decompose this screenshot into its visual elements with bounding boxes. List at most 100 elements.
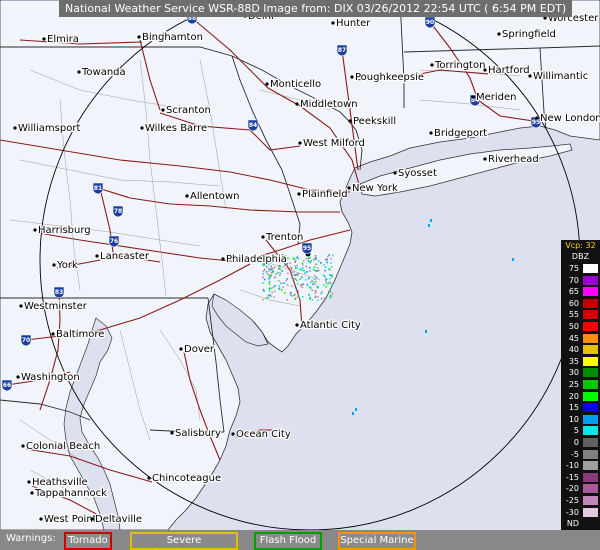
shield-number: 83 [55,289,63,296]
radar-echo-pixel [268,283,271,285]
legend-row: 35 [561,356,600,367]
radar-echo-pixel [309,266,311,269]
radar-echo-pixel [317,269,320,272]
radar-echo-pixel [328,281,330,283]
warning-tornado-button[interactable]: Tornado [64,532,112,550]
radar-echo-pixel [298,268,301,271]
radar-echo-pixel [302,283,305,286]
radar-echo-pixel [328,290,330,293]
radar-echo-pixel [268,268,270,270]
radar-echo-pixel [304,271,307,274]
radar-echo-pixel [299,278,301,280]
city-label: Torrington [434,60,485,71]
radar-echo-pixel [295,287,297,289]
warning-flash-flood-button[interactable]: Flash Flood [254,532,322,550]
radar-echo-pixel [297,257,300,260]
legend-row: -15 [561,472,600,483]
legend-value: 15 [568,403,579,413]
radar-echo-pixel [328,254,331,256]
legend-swatch [583,449,598,459]
warning-severe-thunderstorm-button[interactable]: Severe Thunderstorm [130,532,238,550]
city-label: Williamsport [18,123,80,134]
radar-echo-pixel [280,282,282,285]
city-label: Poughkeepsie [355,72,424,83]
radar-echo-pixel [278,267,280,270]
shield-number: 81 [94,185,102,192]
city-label: Hunter [336,18,371,29]
radar-echo-pixel [311,299,313,301]
city-dot [297,192,301,196]
legend-row: 70 [561,275,600,286]
radar-echo-pixel [294,297,297,299]
radar-echo-pixel [273,290,276,293]
legend-swatch [583,287,598,297]
radar-echo-pixel [314,258,317,260]
city-label: Chincoteague [152,473,221,484]
radar-echo-pixel [280,289,283,291]
radar-echo-pixel [315,263,317,266]
warnings-label: Warnings: [6,533,56,544]
legend-row: 50 [561,322,600,332]
radar-echo-pixel [309,256,311,259]
legend-row: 30 [561,368,600,378]
radar-echo-pixel [300,285,302,287]
radar-echo-pixel [315,290,317,293]
legend-value: -30 [565,507,579,517]
radar-echo-pixel [311,279,313,282]
radar-map: 8890878484 9581787695837066 ElmiraElmira B… [0,0,600,530]
radar-echo-pixel [268,289,271,292]
city-dot [528,74,532,78]
radar-echo-pixel [285,279,288,282]
legend-value: 70 [568,275,579,285]
city-label: Harrisburg [38,225,91,236]
shield-number: 78 [114,208,122,215]
city-label: York [56,260,78,271]
city-label: Middletown [300,99,358,110]
city-label: Peekskill [353,116,396,127]
warning-special-marine-button[interactable]: Special Marine [338,532,416,550]
radar-echo-pixel [268,281,271,283]
shield-number: 95 [303,245,311,252]
city-dot [90,517,94,521]
radar-echo-pixel [301,286,304,289]
radar-echo-pixel [331,284,333,286]
legend-value: -10 [565,461,579,471]
legend-swatch [583,333,598,343]
legend-value: 10 [568,414,579,424]
city-label: Meriden [476,92,517,103]
city-dot [30,491,34,495]
legend-value: 20 [568,391,579,401]
radar-echo-pixel [329,296,332,299]
radar-echo-pixel [308,298,311,300]
legend-value: 60 [568,298,579,308]
city-dot [21,444,25,448]
radar-echo-pixel [297,283,299,285]
city-label: Elmira [47,34,79,45]
radar-echo-pixel [305,278,307,281]
city-dot [331,21,335,25]
legend-value: 0 [573,438,579,447]
radar-echo-pixel [295,257,298,259]
radar-echo-pixel [268,270,270,272]
radar-echo-pixel [296,266,298,269]
city-dot [19,304,23,308]
city-label: Salisbury [175,428,221,439]
interstate-shield: 78 [112,205,124,218]
shield-number: 87 [338,47,346,54]
legend-swatch [583,322,598,331]
city-label: Riverhead [488,154,539,165]
radar-echo-pixel [313,275,316,277]
radar-echo-pixel [305,265,308,268]
city-dot [231,432,235,436]
city-label: Springfield [502,29,556,40]
legend-swatch [583,507,598,517]
radar-echo-pixel [305,258,308,260]
shield-number: 76 [110,238,118,245]
radar-echo-pixel [286,299,288,301]
radar-echo-pixel [297,295,300,298]
legend-row: -20 [561,484,600,494]
radar-echo-pixel [325,285,327,288]
city-label: Dover [184,344,215,355]
radar-echo-pixel [329,274,331,276]
city-dot [221,257,225,261]
